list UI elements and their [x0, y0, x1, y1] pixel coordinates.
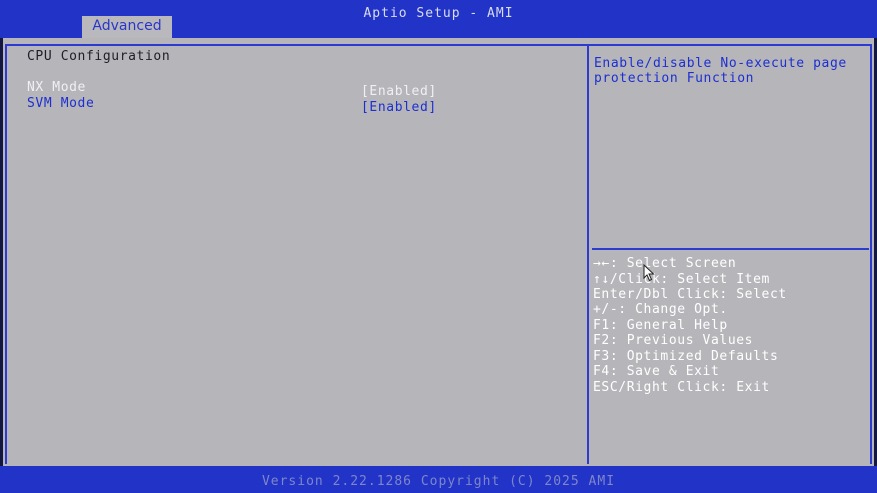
setting-label-svm-mode: SVM Mode — [27, 96, 95, 111]
main-panel — [3, 38, 874, 466]
key-legend-change-opt: +/-: Change Opt. — [593, 302, 728, 317]
key-legend-enter: Enter/Dbl Click: Select — [593, 287, 787, 302]
key-legend-esc: ESC/Right Click: Exit — [593, 380, 770, 395]
frame-divider-line — [587, 44, 589, 464]
footer-version: Version 2.22.1286 Copyright (C) 2025 AMI — [261, 474, 616, 489]
tab-advanced[interactable]: Advanced — [82, 16, 172, 38]
setting-value-svm-mode[interactable]: [Enabled] — [361, 100, 437, 115]
key-legend-select-item: ↑↓/Click: Select Item — [593, 272, 770, 287]
help-text-line-1: Enable/disable No-execute page — [594, 56, 847, 71]
mouse-pointer-icon — [643, 264, 655, 282]
key-legend-select-screen: →←: Select Screen — [593, 256, 737, 271]
key-legend-f2: F2: Previous Values — [593, 333, 754, 348]
page-title: CPU Configuration — [27, 49, 171, 64]
key-legend-f4: F4: Save & Exit — [593, 364, 720, 379]
frame-right-line — [870, 44, 872, 464]
key-legend-f3: F3: Optimized Defaults — [593, 349, 779, 364]
help-text-line-2: protection Function — [594, 71, 755, 86]
setting-value-nx-mode[interactable]: [Enabled] — [361, 84, 437, 99]
help-separator-line — [592, 248, 869, 250]
arrows-up-down-icon: ↑↓ — [593, 272, 610, 287]
frame-left-line — [5, 44, 7, 464]
frame-top-line — [5, 44, 871, 46]
key-legend-f1: F1: General Help — [593, 318, 728, 333]
setting-label-nx-mode: NX Mode — [27, 80, 86, 95]
arrows-left-right-icon: →← — [593, 256, 610, 271]
